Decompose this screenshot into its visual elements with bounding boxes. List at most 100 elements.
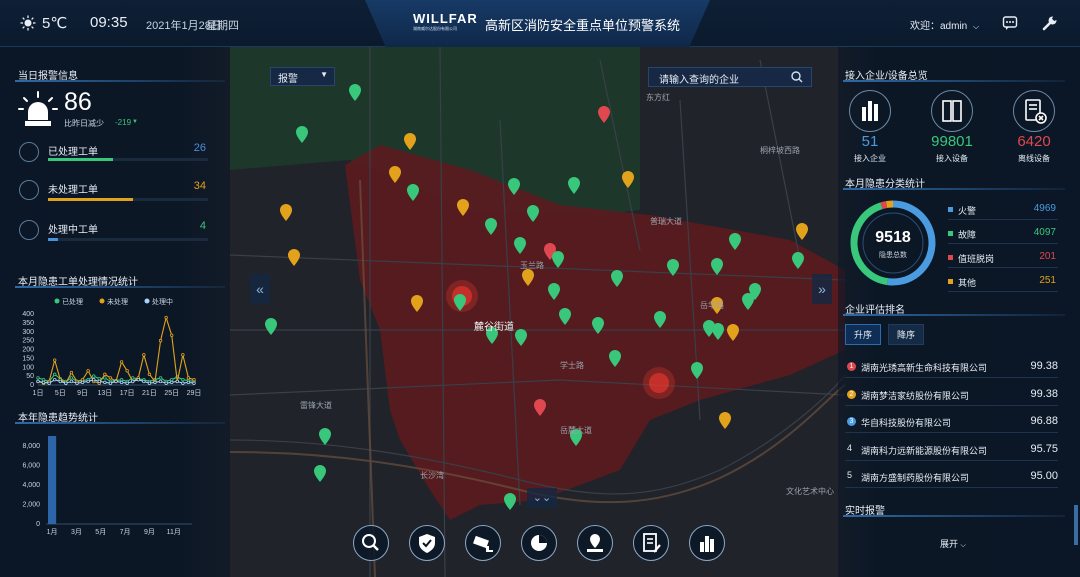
data-point[interactable] [192,381,196,385]
data-point[interactable] [119,380,124,385]
trend-down-icon: ▼ [132,119,138,125]
legend-label: 火警 [958,206,977,216]
data-point[interactable] [41,377,46,382]
data-point[interactable] [86,379,90,384]
toolbar-enterprise-button[interactable] [689,525,725,561]
toolbar-report-button[interactable] [633,525,669,561]
data-point[interactable] [158,379,163,384]
data-point[interactable] [125,369,129,373]
toolbar-statistics-button[interactable] [521,525,557,561]
expand-button[interactable]: 展开 ⌵ [940,537,966,550]
x-tick-label: 17日 [120,389,135,397]
data-point[interactable] [86,369,90,373]
y-tick-label: 0 [36,521,40,528]
donut-slice[interactable] [880,201,888,210]
data-point[interactable] [92,374,96,378]
data-point[interactable] [53,372,57,377]
legend-value: 201 [1039,251,1056,262]
alarm-type-select[interactable]: 报警 ▼ [270,67,335,86]
data-point[interactable] [75,381,79,385]
collapse-left-panel-button[interactable]: « [250,274,270,304]
data-point[interactable] [136,377,140,382]
data-point[interactable] [119,377,124,382]
wrench-icon[interactable] [1042,15,1058,31]
data-point[interactable] [58,379,62,384]
device-cabinet-icon [931,90,973,132]
data-point[interactable] [125,381,129,385]
data-point[interactable] [103,380,107,385]
search-icon[interactable] [791,71,803,83]
data-point[interactable] [36,376,40,380]
data-point[interactable] [181,353,185,357]
ranking-row[interactable]: 5 湖南方盛制药股份有限公司 95.00 [845,466,1058,488]
data-point[interactable] [170,380,174,385]
data-point[interactable] [64,381,68,385]
message-icon[interactable] [1002,15,1018,31]
top-header: 5℃ 09:35 2021年1月28日 星期四 WILLFAR 湖南威尔达股份有… [0,0,1080,47]
data-point[interactable] [170,333,174,337]
data-point[interactable] [181,377,185,382]
toolbar-location-button[interactable] [577,525,613,561]
data-point[interactable] [164,381,168,385]
data-point[interactable] [147,372,152,377]
data-point[interactable] [186,376,191,380]
data-point[interactable] [192,377,196,382]
data-point[interactable] [41,380,46,385]
ranking-row[interactable]: 1 湖南光琇高新生命科技有限公司 99.38 [845,356,1058,378]
data-point[interactable] [170,377,174,382]
data-point[interactable] [92,377,96,382]
toolbar-search-button[interactable] [353,525,389,561]
x-tick-label: 5日 [55,389,66,397]
data-point[interactable] [142,379,146,384]
enterprise-search-placeholder: 请输入查询的企业 [659,75,739,86]
data-point[interactable] [175,379,179,384]
data-point[interactable] [47,381,51,385]
alarm-count: 86 [64,88,92,116]
data-point[interactable] [103,376,107,380]
toolbar-camera-button[interactable] [465,525,501,561]
data-point[interactable] [108,376,113,380]
data-point[interactable] [131,379,135,384]
sort-descending-button[interactable]: 降序 [888,324,925,345]
ranking-row[interactable]: 2 湖南梦洁家纺股份有限公司 99.38 [845,384,1058,406]
enterprise-search-input[interactable]: 请输入查询的企业 [648,67,812,87]
data-point[interactable] [36,379,40,384]
data-point[interactable] [53,377,57,382]
data-point[interactable] [69,370,74,375]
data-point[interactable] [80,377,85,382]
user-menu[interactable]: 欢迎：admin ⌵ [910,17,979,32]
legend-swatch [948,279,953,284]
collapse-right-panel-button[interactable]: » [812,274,832,304]
ranking-row[interactable]: 3 华自科技股份有限公司 96.88 [845,411,1058,433]
data-point[interactable] [69,379,74,384]
data-point[interactable] [164,315,168,320]
collapse-toolbar-button[interactable]: ⌄⌄ [527,488,557,508]
toolbar-security-button[interactable] [409,525,445,561]
bar[interactable] [48,436,57,524]
data-point[interactable] [153,380,157,385]
weather: 5℃ [20,14,67,32]
right-scrollbar[interactable] [1074,505,1078,545]
data-point[interactable] [69,376,74,380]
yearly-bar-chart: 0 2,000 4,000 6,000 8,000 1月 3月 5月 7月 9月 11月 [22,436,192,536]
data-point[interactable] [119,360,124,364]
data-point[interactable] [114,379,118,384]
data-point[interactable] [158,338,163,343]
data-point[interactable] [147,381,152,385]
data-point[interactable] [103,372,107,377]
ranking-row[interactable]: 4 湖南科力远新能源股份有限公司 95.75 [845,439,1058,461]
data-point[interactable] [97,379,101,384]
data-point[interactable] [186,380,191,385]
data-point[interactable] [53,358,57,362]
data-point[interactable] [80,380,85,385]
data-point[interactable] [181,381,185,385]
sort-ascending-button[interactable]: 升序 [845,324,882,345]
chevron-down-icon: ⌵ [960,542,966,549]
donut-slice[interactable] [885,200,894,208]
chevron-down-icon: ⌵ [973,22,980,31]
data-point[interactable] [97,377,101,381]
data-point[interactable] [108,381,113,385]
data-point[interactable] [142,353,146,357]
y-tick-label: 50 [26,373,34,380]
data-point[interactable] [158,376,163,380]
